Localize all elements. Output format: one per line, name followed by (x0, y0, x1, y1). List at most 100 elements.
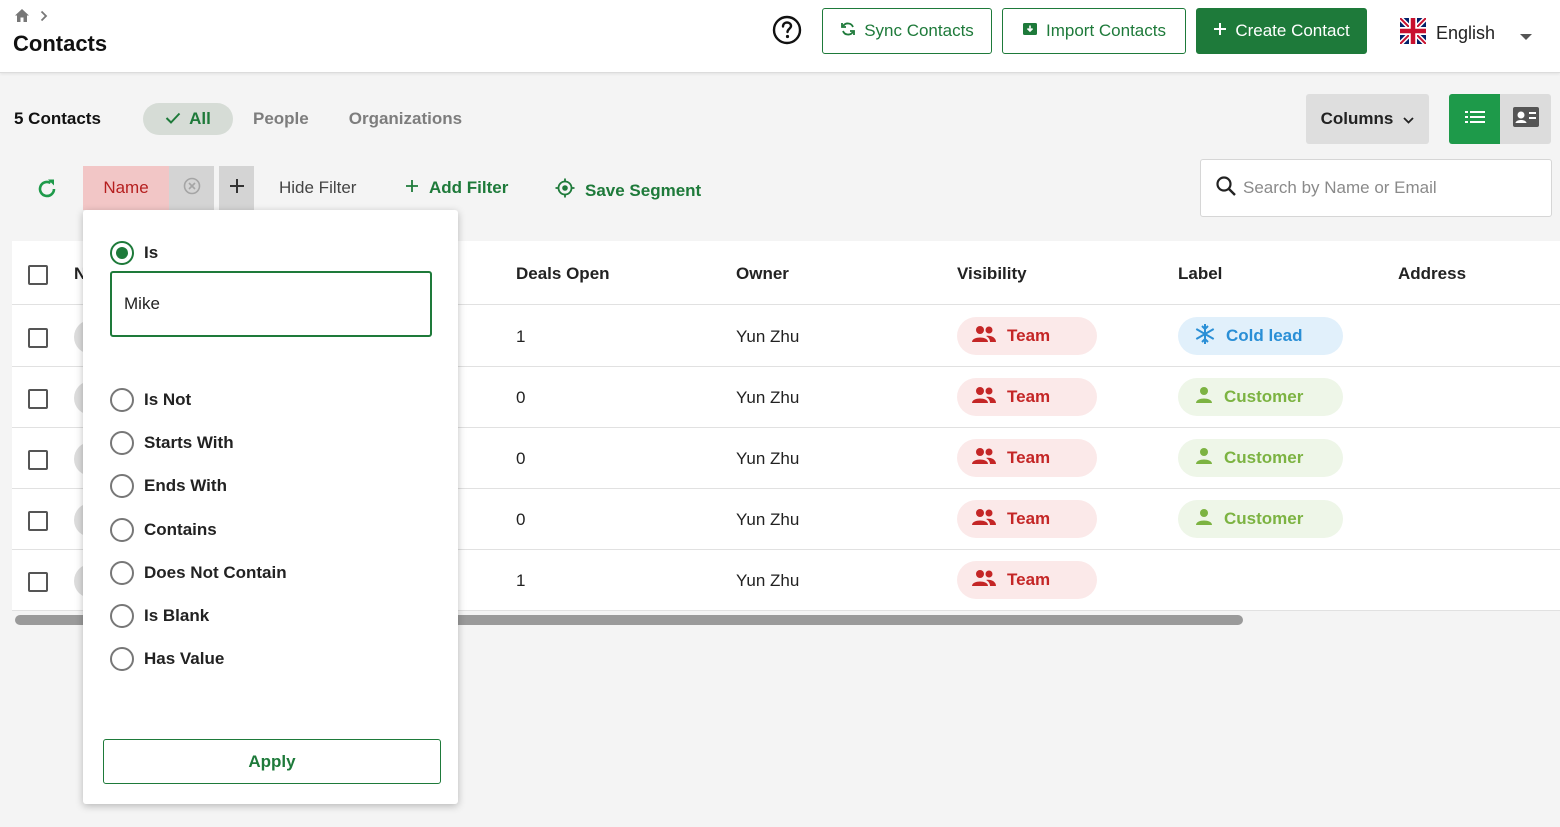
visibility-badge: Team (957, 317, 1097, 355)
radio-unchecked[interactable] (110, 517, 134, 542)
label-text: Cold lead (1226, 326, 1303, 345)
language-label: English (1436, 23, 1496, 43)
radio-unchecked[interactable] (110, 647, 134, 672)
column-header-label[interactable]: Label (1178, 264, 1222, 284)
radio-unchecked[interactable] (110, 474, 134, 499)
option-label: Starts With (144, 433, 234, 453)
option-label: Is Not (144, 390, 192, 409)
row-checkbox[interactable] (28, 328, 48, 348)
radio-checked[interactable] (110, 241, 134, 265)
owner-cell: Yun Zhu (736, 571, 800, 590)
column-header-deals-open[interactable]: Deals Open (516, 264, 610, 284)
label-text: Customer (1224, 387, 1304, 406)
row-checkbox[interactable] (28, 450, 48, 470)
visibility-label: Team (1007, 448, 1051, 467)
tab-all[interactable]: All (143, 103, 233, 135)
option-starts-with[interactable]: Starts With (110, 431, 234, 456)
search-box (1200, 159, 1552, 217)
page-title: Contacts (13, 31, 108, 56)
uk-flag-icon (1398, 16, 1428, 49)
caret-down-icon[interactable] (1519, 28, 1533, 46)
help-circle-icon[interactable] (772, 15, 802, 45)
column-header-visibility[interactable]: Visibility (957, 264, 1027, 284)
name-filter-chip[interactable]: Name (83, 166, 169, 210)
segment-tabs: All People Organizations (143, 103, 462, 135)
breadcrumb (14, 8, 48, 23)
option-ends-with[interactable]: Ends With (110, 474, 227, 499)
label-text: Customer (1224, 448, 1304, 467)
row-checkbox[interactable] (28, 389, 48, 409)
search-icon (1215, 175, 1237, 202)
row-checkbox[interactable] (28, 572, 48, 592)
sync-icon (840, 21, 856, 42)
person-icon (1194, 446, 1214, 471)
owner-cell: Yun Zhu (736, 327, 800, 346)
clear-filter-button[interactable] (169, 166, 214, 210)
hide-filter-link[interactable]: Hide Filter (279, 178, 356, 198)
label-badge: Cold lead (1178, 317, 1343, 355)
tab-people[interactable]: People (253, 109, 309, 129)
snowflake-icon (1194, 323, 1216, 350)
card-view-button[interactable] (1500, 94, 1551, 144)
person-icon (1194, 385, 1214, 410)
plus-icon (405, 178, 419, 198)
label-badge: Customer (1178, 500, 1343, 538)
plus-icon (229, 178, 245, 199)
radio-unchecked[interactable] (110, 604, 134, 628)
visibility-badge: Team (957, 439, 1097, 477)
team-icon (971, 447, 997, 470)
option-is-label: Is (144, 243, 159, 262)
import-contacts-label: Import Contacts (1046, 21, 1166, 40)
refresh-icon[interactable] (35, 177, 59, 206)
team-icon (971, 325, 997, 348)
option-has-value[interactable]: Has Value (110, 647, 224, 672)
radio-unchecked[interactable] (110, 388, 134, 412)
option-is-blank[interactable]: Is Blank (110, 604, 209, 628)
apply-button[interactable]: Apply (103, 739, 441, 784)
owner-cell: Yun Zhu (736, 510, 800, 529)
save-segment-label: Save Segment (585, 180, 702, 200)
search-input[interactable] (1241, 177, 1541, 199)
label-text: Customer (1224, 509, 1304, 528)
option-is[interactable]: Is (110, 241, 158, 265)
sync-contacts-button[interactable]: Sync Contacts (822, 8, 992, 54)
contacts-count: 5 Contacts (14, 109, 101, 128)
select-all-checkbox[interactable] (28, 265, 48, 285)
option-is-not[interactable]: Is Not (110, 388, 191, 412)
filter-chip-label: Name (103, 178, 149, 197)
sync-contacts-label: Sync Contacts (864, 21, 974, 40)
language-selector[interactable]: English (1398, 16, 1496, 49)
person-icon (1194, 507, 1214, 532)
option-contains[interactable]: Contains (110, 517, 217, 542)
filter-popover: Is Is Not Starts With Ends With Contains Doe… (83, 210, 458, 804)
radio-unchecked[interactable] (110, 431, 134, 456)
list-view-button[interactable] (1449, 94, 1500, 144)
team-icon (971, 386, 997, 409)
owner-cell: Yun Zhu (736, 449, 800, 468)
visibility-badge: Team (957, 500, 1097, 538)
option-label: Does Not Contain (144, 562, 287, 582)
add-filter-button[interactable]: Add Filter (405, 178, 508, 198)
row-checkbox[interactable] (28, 511, 48, 531)
tab-organizations[interactable]: Organizations (349, 109, 462, 129)
chevron-right-icon (40, 10, 48, 22)
owner-cell: Yun Zhu (736, 388, 800, 407)
deals-open-cell: 1 (516, 571, 526, 590)
radio-unchecked[interactable] (110, 560, 134, 585)
contact-card-icon (1512, 106, 1540, 133)
filter-value-input[interactable] (110, 271, 432, 337)
visibility-label: Team (1007, 326, 1051, 345)
column-header-address[interactable]: Address (1398, 264, 1466, 284)
save-segment-button[interactable]: Save Segment (555, 178, 701, 203)
check-icon (165, 109, 181, 129)
home-icon[interactable] (14, 8, 30, 23)
add-condition-button[interactable] (219, 166, 254, 210)
create-contact-label: Create Contact (1235, 21, 1350, 40)
create-contact-button[interactable]: Create Contact (1196, 8, 1367, 54)
import-contacts-button[interactable]: Import Contacts (1002, 8, 1186, 54)
column-header-owner[interactable]: Owner (736, 264, 789, 284)
add-filter-label: Add Filter (429, 178, 509, 197)
columns-button[interactable]: Columns (1306, 94, 1429, 144)
option-does-not-contain[interactable]: Does Not Contain (110, 560, 287, 585)
columns-label: Columns (1320, 109, 1394, 128)
